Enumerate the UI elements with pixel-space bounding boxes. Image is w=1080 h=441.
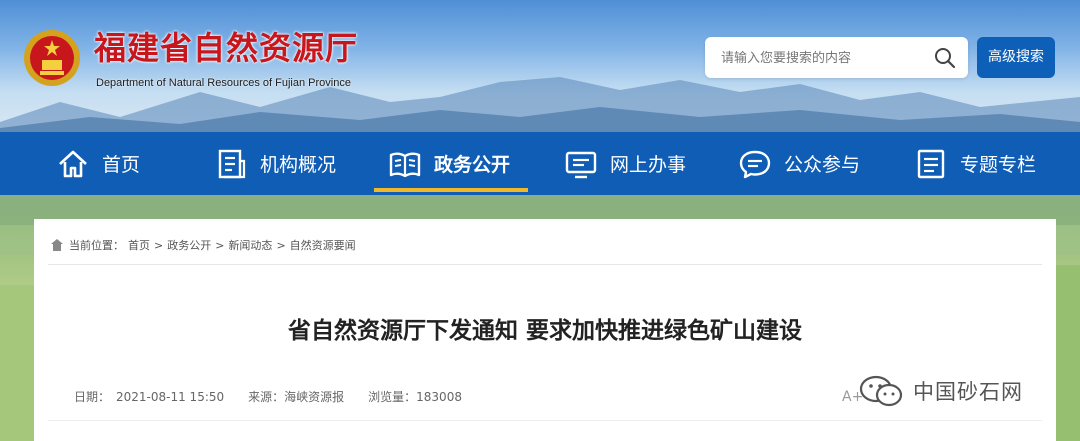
nav-item-label: 机构概况 <box>260 154 337 176</box>
nav-active-indicator <box>374 188 528 192</box>
breadcrumb-separator: > <box>154 238 164 252</box>
nav-item-organization[interactable]: 机构概况 <box>214 132 336 195</box>
breadcrumb-link-government-affairs[interactable]: 政务公开 <box>167 237 211 253</box>
breadcrumb-link-resource-news[interactable]: 自然资源要闻 <box>290 237 356 253</box>
home-icon <box>59 150 87 177</box>
watermark: 中国砂石网 <box>857 374 1023 408</box>
search-box <box>705 37 968 78</box>
site-header: 福建省自然资源厅 Department of Natural Resources… <box>0 0 1080 132</box>
nav-item-government-affairs[interactable]: 政务公开 <box>388 132 510 195</box>
article-views: 浏览量：183008 <box>368 390 462 404</box>
nav-item-label: 公众参与 <box>784 154 861 176</box>
nav-item-public-participation[interactable]: 公众参与 <box>738 132 860 195</box>
article-meta: 日期： 2021-08-11 15:50 来源：海峡资源报 浏览量：183008 <box>74 388 486 405</box>
breadcrumb: 当前位置： 首页 > 政务公开 > 新闻动态 > 自然资源要闻 <box>50 235 360 255</box>
list-icon <box>917 149 945 178</box>
nav-item-special-topics[interactable]: 专题专栏 <box>914 132 1036 195</box>
nav-item-label: 政务公开 <box>434 154 511 176</box>
nav-item-home[interactable]: 首页 <box>56 132 140 195</box>
breadcrumb-separator: > <box>215 238 225 252</box>
monitor-icon <box>565 151 597 178</box>
nav-item-label: 首页 <box>102 154 141 176</box>
wechat-icon <box>859 375 903 407</box>
search-icon[interactable] <box>934 47 956 69</box>
breadcrumb-separator: > <box>276 238 286 252</box>
advanced-search-button[interactable]: 高级搜索 <box>977 37 1055 78</box>
nav-item-label: 专题专栏 <box>960 154 1037 176</box>
chat-icon <box>739 150 771 178</box>
breadcrumb-prefix: 当前位置： <box>69 239 124 252</box>
national-emblem-logo <box>24 30 80 86</box>
book-icon <box>389 152 421 177</box>
article-source: 来源：海峡资源报 <box>248 390 345 404</box>
nav-item-online-services[interactable]: 网上办事 <box>564 132 686 195</box>
article-title: 省自然资源厅下发通知 要求加快推进绿色矿山建设 <box>287 318 802 344</box>
watermark-text: 中国砂石网 <box>913 380 1023 404</box>
search-input[interactable] <box>721 47 921 69</box>
breadcrumb-link-home[interactable]: 首页 <box>128 237 150 253</box>
main-nav: 首页 机构概况 政务公开 网上办事 公众参与 专题专栏 <box>0 132 1080 195</box>
site-subtitle: Department of Natural Resources of Fujia… <box>96 77 351 89</box>
meta-divider <box>48 420 1042 421</box>
breadcrumb-divider <box>48 264 1042 265</box>
document-icon <box>218 149 246 178</box>
home-location-icon <box>51 239 63 251</box>
site-title: 福建省自然资源厅 <box>94 29 359 67</box>
nav-item-label: 网上办事 <box>610 154 687 176</box>
article-date: 日期： 2021-08-11 15:50 <box>74 390 225 404</box>
breadcrumb-link-news[interactable]: 新闻动态 <box>228 237 272 253</box>
